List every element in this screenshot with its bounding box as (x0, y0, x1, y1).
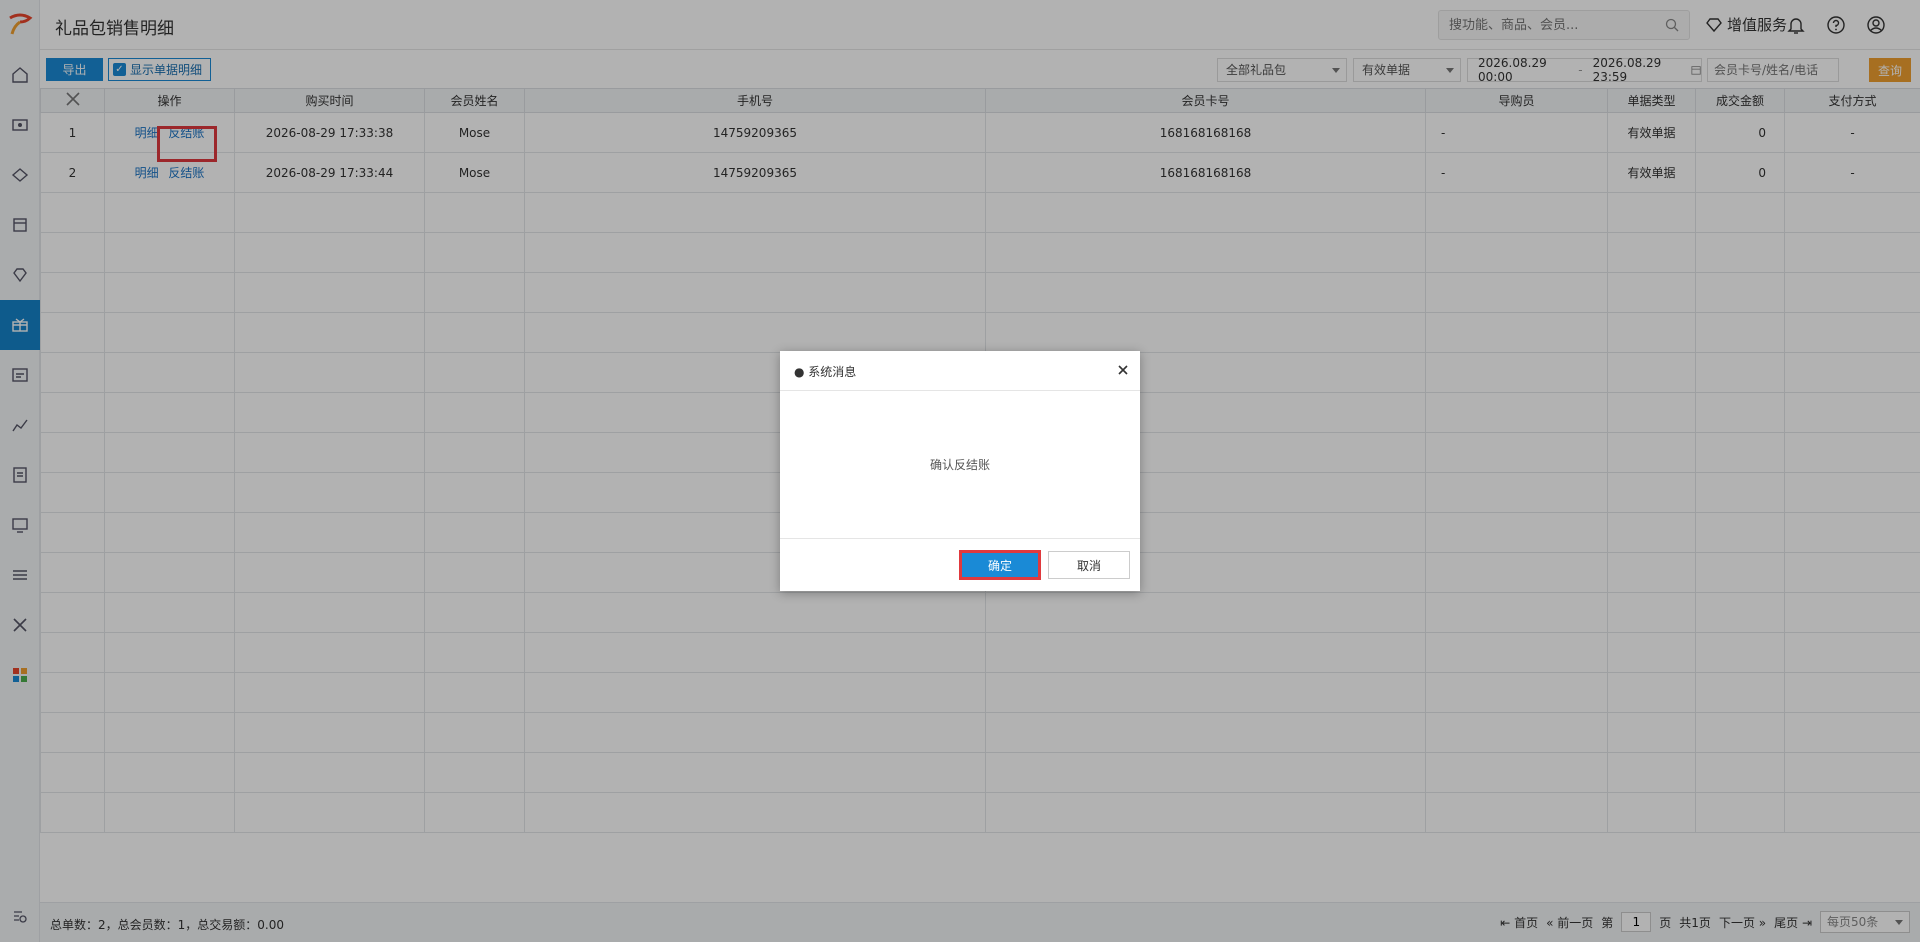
close-icon[interactable] (1116, 363, 1130, 377)
dialog-footer: 确定 取消 (780, 539, 1140, 591)
confirm-button[interactable]: 确定 (959, 550, 1041, 580)
dialog-message: 确认反结账 (780, 391, 1140, 539)
cancel-button[interactable]: 取消 (1048, 551, 1130, 579)
confirm-dialog: ● 系统消息 确认反结账 确定 取消 (780, 351, 1140, 591)
dialog-title: ● 系统消息 (794, 365, 857, 379)
dialog-header: ● 系统消息 (780, 351, 1140, 391)
